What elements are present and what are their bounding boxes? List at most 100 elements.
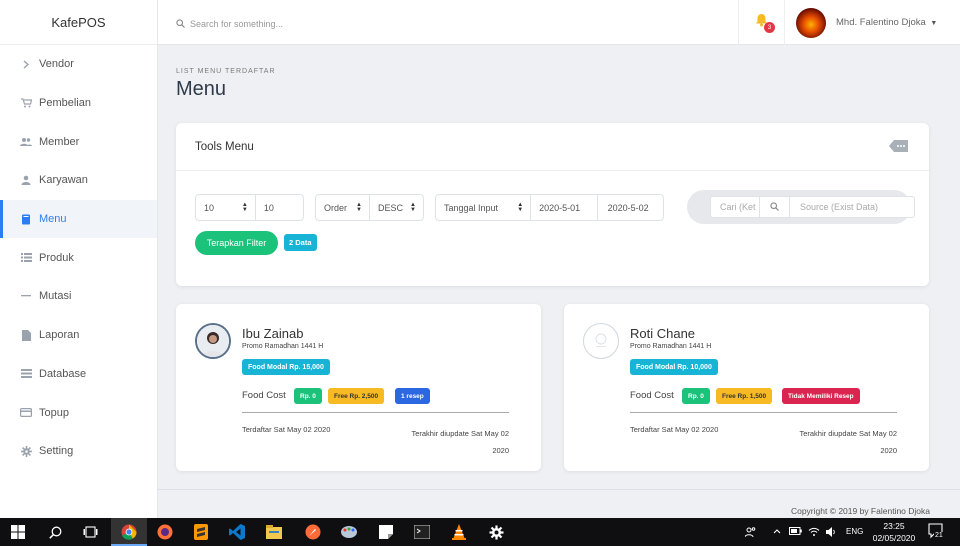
sublime-icon[interactable] — [192, 523, 210, 541]
updated-date-line1: Terakhir diupdate Sat May 02 — [799, 429, 897, 438]
battery-icon[interactable] — [789, 527, 802, 537]
footer-copyright: Copyright © 2019 by Falentino Djoka — [790, 506, 930, 516]
topbar: 3 Mhd. Falentino Djoka ▼ — [158, 0, 960, 45]
chevron-right-icon — [20, 59, 32, 69]
file-explorer-icon[interactable] — [265, 523, 283, 541]
date-field-value: Tanggal Input — [444, 202, 499, 213]
limit-select[interactable]: 10 ▲ ▼ — [196, 195, 256, 220]
sort-arrows-icon: ▲ ▼ — [410, 202, 416, 213]
book-icon — [20, 214, 32, 225]
search-input[interactable] — [190, 19, 490, 29]
task-view-icon[interactable] — [81, 523, 99, 541]
date-field-select[interactable]: Tanggal Input ▲ ▼ — [436, 195, 532, 220]
keyword-input[interactable]: Cari (Ket — [711, 197, 760, 217]
date-from-input[interactable]: 2020-5-01 — [531, 195, 598, 220]
sidebar-item-karyawan[interactable]: Karyawan — [0, 161, 157, 200]
resep-badge[interactable]: 1 resep — [395, 388, 430, 404]
sidebar-item-setting[interactable]: Setting — [0, 432, 157, 471]
source-placeholder: Source (Exist Data) — [800, 202, 879, 212]
windows-start-icon[interactable] — [9, 523, 27, 541]
tools-panel: Tools Menu 10 ▲ ▼ 10 Order ▲ ▼ DESC ▲ ▼ Tan… — [176, 123, 929, 286]
sidebar-item-laporan[interactable]: Laporan — [0, 316, 157, 355]
apply-filter-button[interactable]: Terapkan Filter — [195, 231, 278, 255]
gear-icon — [20, 445, 32, 457]
postman-icon[interactable] — [304, 523, 322, 541]
sidebar-item-member[interactable]: Member — [0, 122, 157, 161]
notification-center-icon[interactable]: 21 — [928, 523, 944, 544]
chrome-icon[interactable] — [120, 523, 138, 541]
sidebar: KafePOS Vendor Pembelian Member Karyawan — [0, 0, 158, 518]
sidebar-item-produk[interactable]: Produk — [0, 238, 157, 277]
tag-icon — [889, 139, 908, 157]
sidebar-item-label: Produk — [39, 251, 74, 264]
date-to-input[interactable]: 2020-5-02 — [598, 195, 663, 220]
sidebar-nav: Vendor Pembelian Member Karyawan Menu Pr… — [0, 45, 157, 471]
chevron-up-icon[interactable] — [773, 527, 781, 536]
menu-name: Roti Chane — [630, 326, 696, 341]
taskbar-clock[interactable]: 23:25 02/05/2020 — [868, 520, 920, 544]
vscode-icon[interactable] — [228, 523, 246, 541]
terminal-icon[interactable] — [413, 523, 431, 541]
file-icon — [20, 329, 32, 341]
search-icon[interactable] — [46, 523, 64, 541]
sidebar-item-menu[interactable]: Menu — [0, 199, 157, 239]
notification-badge: 3 — [764, 22, 775, 33]
language-indicator[interactable]: ENG — [846, 527, 863, 536]
sticky-notes-icon[interactable] — [377, 523, 395, 541]
sidebar-item-label: Mutasi — [39, 290, 72, 303]
firefox-icon[interactable] — [156, 523, 174, 541]
brand-logo[interactable]: KafePOS — [0, 0, 157, 45]
notification-center-count: 21 — [934, 532, 944, 539]
user-avatar[interactable] — [796, 8, 826, 38]
food-modal-badge: Food Modal Rp. 15,000 — [242, 359, 330, 375]
notification-button[interactable]: 3 — [738, 0, 785, 45]
people-icon[interactable] — [744, 527, 756, 539]
updated-date: Terakhir diupdate Sat May 02 2020 — [389, 425, 509, 459]
direction-select-value: DESC — [378, 202, 404, 213]
user-name: Mhd. Falentino Djoka — [836, 17, 926, 28]
resep-badge[interactable]: Tidak Memiliki Resep — [782, 388, 860, 404]
kolourpaint-icon[interactable] — [340, 523, 358, 541]
sidebar-item-label: Database — [39, 367, 87, 380]
users-icon — [20, 137, 32, 147]
sidebar-item-label: Pembelian — [39, 97, 91, 110]
sidebar-item-label: Member — [39, 135, 80, 148]
list-icon — [20, 253, 32, 263]
wifi-icon[interactable] — [808, 527, 820, 539]
search-group: Cari (Ket Source (Exist Data) — [687, 190, 915, 224]
limit-input-value: 10 — [263, 202, 274, 213]
settings-icon[interactable] — [487, 523, 505, 541]
menu-card[interactable]: Roti Chane Promo Ramadhan 1441 H Food Mo… — [564, 304, 929, 471]
card-divider — [630, 412, 897, 413]
minus-icon — [20, 291, 32, 301]
sidebar-item-topup[interactable]: Topup — [0, 393, 157, 432]
source-input[interactable]: Source (Exist Data) — [790, 202, 878, 212]
order-select[interactable]: Order ▲ ▼ — [316, 195, 370, 220]
menu-promo: Promo Ramadhan 1441 H — [630, 343, 712, 350]
date-control: Tanggal Input ▲ ▼ 2020-5-01 2020-5-02 — [435, 194, 664, 221]
order-select-value: Order — [324, 202, 348, 213]
clock-date: 02/05/2020 — [872, 533, 916, 543]
menu-promo: Promo Ramadhan 1441 H — [242, 343, 324, 350]
sidebar-item-label: Menu — [39, 213, 67, 226]
sidebar-item-pembelian[interactable]: Pembelian — [0, 84, 157, 123]
user-menu[interactable]: Mhd. Falentino Djoka ▼ — [836, 17, 937, 28]
updated-date-line1: Terakhir diupdate Sat May 02 — [411, 429, 509, 438]
search-button[interactable] — [760, 197, 790, 217]
global-search — [176, 15, 490, 33]
limit-input[interactable]: 10 — [256, 195, 303, 220]
limit-select-value: 10 — [204, 202, 215, 213]
clock-time: 23:25 — [883, 521, 905, 531]
sidebar-item-database[interactable]: Database — [0, 355, 157, 394]
sidebar-item-mutasi[interactable]: Mutasi — [0, 277, 157, 316]
updated-date-line2: 2020 — [492, 446, 509, 455]
sidebar-item-label: Laporan — [39, 329, 80, 342]
menu-card[interactable]: Ibu Zainab Promo Ramadhan 1441 H Food Mo… — [176, 304, 541, 471]
taskbar: ENG 23:25 02/05/2020 21 — [0, 518, 960, 546]
direction-select[interactable]: DESC ▲ ▼ — [370, 195, 423, 220]
sidebar-item-vendor[interactable]: Vendor — [0, 45, 157, 84]
volume-icon[interactable] — [826, 527, 837, 539]
search-icon — [176, 15, 185, 33]
tools-panel-title: Tools Menu — [195, 140, 254, 153]
vlc-icon[interactable] — [450, 523, 468, 541]
